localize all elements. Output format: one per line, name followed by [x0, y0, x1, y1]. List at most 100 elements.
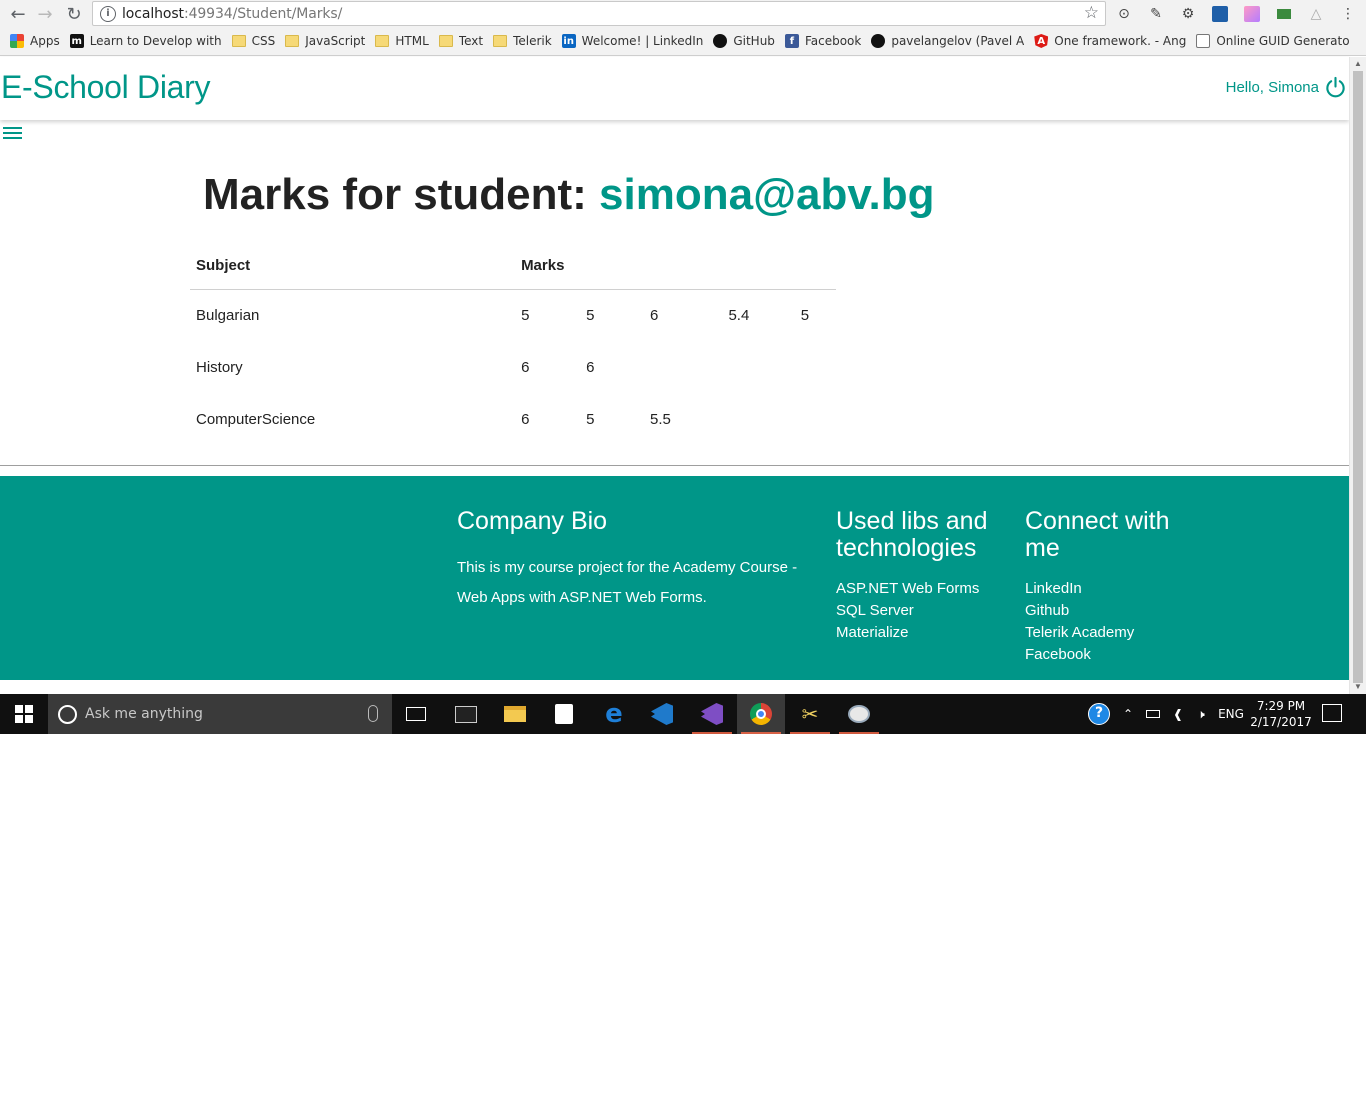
- footer-link-telerik[interactable]: Telerik Academy: [1025, 622, 1195, 644]
- bookmark-item[interactable]: f Facebook: [784, 34, 861, 48]
- bookmark-label: Learn to Develop with: [89, 34, 222, 48]
- bookmark-item[interactable]: JavaScript: [285, 34, 365, 48]
- chrome-icon: [750, 703, 772, 725]
- hamburger-menu-icon[interactable]: [3, 127, 22, 141]
- bookmark-item[interactable]: pavelangelov (Pavel A: [871, 34, 1024, 48]
- microphone-icon[interactable]: [368, 705, 378, 722]
- footer-link-facebook[interactable]: Facebook: [1025, 644, 1195, 666]
- extension-sync-icon[interactable]: ⊙: [1114, 4, 1134, 24]
- folder-icon: [285, 35, 300, 47]
- brand-logo[interactable]: E-School Diary: [1, 69, 211, 106]
- help-tray-icon[interactable]: ?: [1086, 694, 1112, 734]
- mark-cell: 6: [586, 358, 595, 376]
- extension-warning-icon[interactable]: △: [1306, 4, 1326, 24]
- folder-icon: [438, 35, 453, 47]
- running-indicator: [692, 732, 732, 734]
- taskbar-explorer-app[interactable]: [491, 694, 539, 734]
- clock-time: 7:29 PM: [1256, 699, 1306, 713]
- page-icon: [1196, 34, 1211, 48]
- footer-lib-item: SQL Server: [836, 602, 914, 619]
- reload-button[interactable]: ↻: [63, 3, 85, 25]
- marks-column-header: Marks: [515, 242, 836, 290]
- user-greeting[interactable]: Hello, Simona: [1226, 79, 1319, 96]
- taskbar-snipping-app[interactable]: ✂: [786, 694, 834, 734]
- logout-power-icon[interactable]: [1324, 76, 1347, 99]
- github-icon: [713, 34, 728, 48]
- scroll-up-arrow-icon[interactable]: ▲: [1350, 59, 1366, 69]
- system-clock[interactable]: 7:29 PM 2/17/2017: [1248, 698, 1314, 730]
- mark-cell: 6: [650, 306, 659, 324]
- bookmark-label: One framework. - Ang: [1054, 34, 1187, 48]
- taskbar-paint-app[interactable]: [835, 694, 883, 734]
- folder-icon: [231, 35, 246, 47]
- footer-libs-list: ASP.NET Web Forms SQL Server Materialize: [836, 578, 1006, 644]
- taskbar-chrome-app[interactable]: [737, 694, 785, 734]
- bookmark-label: JavaScript: [305, 34, 366, 48]
- language-indicator[interactable]: ENG: [1215, 694, 1247, 734]
- taskbar-vscode-app[interactable]: [638, 694, 686, 734]
- running-indicator: [790, 732, 830, 734]
- page-scrollbar[interactable]: ▲ ▼: [1349, 57, 1366, 694]
- extension-translate-icon[interactable]: [1274, 4, 1294, 24]
- extension-trello-icon[interactable]: [1210, 4, 1230, 24]
- apps-grid-icon: [10, 34, 24, 48]
- bookmark-item[interactable]: Text: [438, 34, 483, 48]
- url-text: localhost:49934/Student/Marks/: [122, 5, 343, 22]
- chrome-menu-icon[interactable]: ⋮: [1338, 4, 1358, 24]
- taskbar-store-app[interactable]: [540, 694, 588, 734]
- github-icon: [871, 34, 886, 48]
- extension-eyedropper-icon[interactable]: ✎: [1146, 4, 1166, 24]
- back-button[interactable]: ←: [7, 3, 29, 25]
- bookmark-item[interactable]: m Learn to Develop with: [69, 34, 222, 48]
- footer-connect-list: LinkedIn Github Telerik Academy Facebook: [1025, 578, 1195, 666]
- extension-colorpicker-icon[interactable]: [1242, 4, 1262, 24]
- bookmark-item[interactable]: Online GUID Generato: [1196, 34, 1350, 48]
- address-bar[interactable]: i localhost:49934/Student/Marks/ ☆: [92, 1, 1106, 26]
- mark-cell: 5.5: [650, 410, 671, 428]
- subject-column-header: Subject: [190, 242, 516, 290]
- mark-cell: 5: [586, 306, 595, 324]
- footer-connect-title: Connect with me: [1025, 507, 1170, 562]
- bookmark-item[interactable]: A One framework. - Ang: [1034, 34, 1186, 48]
- extension-gear-icon[interactable]: ⚙: [1178, 4, 1198, 24]
- footer-link-github[interactable]: Github: [1025, 600, 1195, 622]
- footer-connect-section: Connect with me LinkedIn Github Telerik …: [1025, 508, 1195, 666]
- bookmark-item[interactable]: HTML: [375, 34, 429, 48]
- bookmark-item[interactable]: CSS: [231, 34, 276, 48]
- browser-toolbar: ← → ↻ i localhost:49934/Student/Marks/ ☆…: [0, 0, 1366, 28]
- bookmarks-bar: Apps m Learn to Develop with CSS JavaScript H…: [0, 29, 1366, 53]
- action-center-icon[interactable]: [1322, 704, 1342, 722]
- volume-icon[interactable]: 🕨: [1190, 694, 1212, 734]
- bookmark-item[interactable]: Apps: [10, 34, 60, 48]
- footer-libs-title: Used libs and technologies: [836, 507, 988, 562]
- mark-cell: 5: [521, 306, 530, 324]
- cortana-search-box[interactable]: Ask me anything: [48, 694, 392, 734]
- scroll-thumb[interactable]: [1353, 71, 1363, 683]
- bookmark-label: CSS: [251, 34, 276, 48]
- battery-icon[interactable]: [1143, 694, 1163, 734]
- scroll-down-arrow-icon[interactable]: ▼: [1350, 682, 1366, 692]
- taskbar-cmd-app[interactable]: [442, 694, 490, 734]
- footer-link-linkedin[interactable]: LinkedIn: [1025, 578, 1195, 600]
- site-info-icon[interactable]: i: [100, 5, 116, 22]
- bookmark-item[interactable]: Telerik: [493, 34, 552, 48]
- subject-cell: History: [196, 358, 243, 376]
- show-hidden-icons-chevron-icon[interactable]: ⌃: [1118, 694, 1138, 734]
- start-button[interactable]: [0, 694, 48, 734]
- store-bag-icon: [555, 704, 573, 724]
- bookmark-label: Online GUID Generato: [1216, 34, 1350, 48]
- file-explorer-icon: [504, 706, 526, 722]
- bookmark-label: Telerik: [513, 34, 552, 48]
- wifi-icon[interactable]: ❰: [1167, 694, 1189, 734]
- task-view-button[interactable]: [392, 694, 440, 734]
- web-page: E-School Diary Hello, Simona Marks for s…: [0, 57, 1349, 680]
- bookmark-star-icon[interactable]: ☆: [1084, 3, 1099, 23]
- bookmark-item[interactable]: in Welcome! | LinkedIn: [561, 34, 703, 48]
- taskbar-visualstudio-app[interactable]: [688, 694, 736, 734]
- subject-cell: Bulgarian: [196, 306, 260, 324]
- forward-button[interactable]: →: [34, 3, 56, 25]
- taskbar-edge-app[interactable]: e: [590, 694, 638, 734]
- cortana-search-placeholder: Ask me anything: [85, 706, 203, 722]
- snipping-tool-icon: ✂: [801, 702, 819, 726]
- bookmark-item[interactable]: GitHub: [713, 34, 775, 48]
